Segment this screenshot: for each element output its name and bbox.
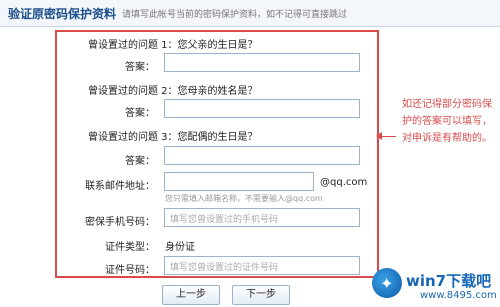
page-title: 验证原密码保护资料 bbox=[8, 7, 117, 21]
watermark-logo: ✦ win7下载吧 www.8495.com bbox=[370, 266, 498, 306]
answer-3-input[interactable] bbox=[164, 146, 360, 165]
phone-label: 密保手机号码： bbox=[85, 217, 155, 228]
id-number-label: 证件号码： bbox=[105, 265, 155, 276]
answer-2-input[interactable] bbox=[164, 99, 360, 118]
id-type-value: 身份证 bbox=[165, 242, 195, 253]
answer-1-input[interactable] bbox=[164, 53, 360, 72]
id-number-input[interactable]: 填写您曾设置过的证件号码 bbox=[164, 256, 360, 275]
page-subtitle: 请填写此帐号当前的密码保护资料，如不记得可直接跳过 bbox=[122, 10, 348, 20]
email-hint: 您只需填入邮箱名称，不需要输入@qq.com bbox=[165, 194, 323, 203]
prev-step-button[interactable]: 上一步 bbox=[162, 285, 220, 305]
note-arrow-head-icon bbox=[376, 132, 382, 140]
next-step-button[interactable]: 下一步 bbox=[232, 285, 290, 305]
question-2-label: 曾设置过的问题 2：您母亲的姓名是？ bbox=[88, 86, 258, 97]
answer-2-label: 答案： bbox=[125, 108, 155, 119]
watermark-url: www.8495.com bbox=[420, 290, 497, 301]
windows-logo-icon: ✦ bbox=[372, 268, 402, 298]
email-suffix: @qq.com bbox=[320, 177, 368, 188]
id-type-label: 证件类型： bbox=[105, 242, 155, 253]
email-input[interactable] bbox=[164, 172, 314, 191]
email-label: 联系邮件地址： bbox=[85, 181, 155, 192]
answer-1-label: 答案： bbox=[125, 62, 155, 73]
watermark-brand: win7下载吧 bbox=[406, 272, 492, 290]
question-1-label: 曾设置过的问题 1：您父亲的生日是？ bbox=[88, 40, 258, 51]
answer-3-label: 答案： bbox=[125, 156, 155, 167]
note-arrow-line bbox=[380, 136, 396, 137]
question-3-label: 曾设置过的问题 3：您配偶的生日是？ bbox=[88, 132, 258, 143]
page-header: 验证原密码保护资料 请填写此帐号当前的密码保护资料，如不记得可直接跳过 bbox=[0, 0, 500, 27]
help-note: 如还记得部分密码保护的答案可以填写，对申诉是有帮助的。 bbox=[402, 99, 492, 144]
phone-input[interactable]: 填写您曾设置过的手机号码 bbox=[164, 208, 360, 227]
